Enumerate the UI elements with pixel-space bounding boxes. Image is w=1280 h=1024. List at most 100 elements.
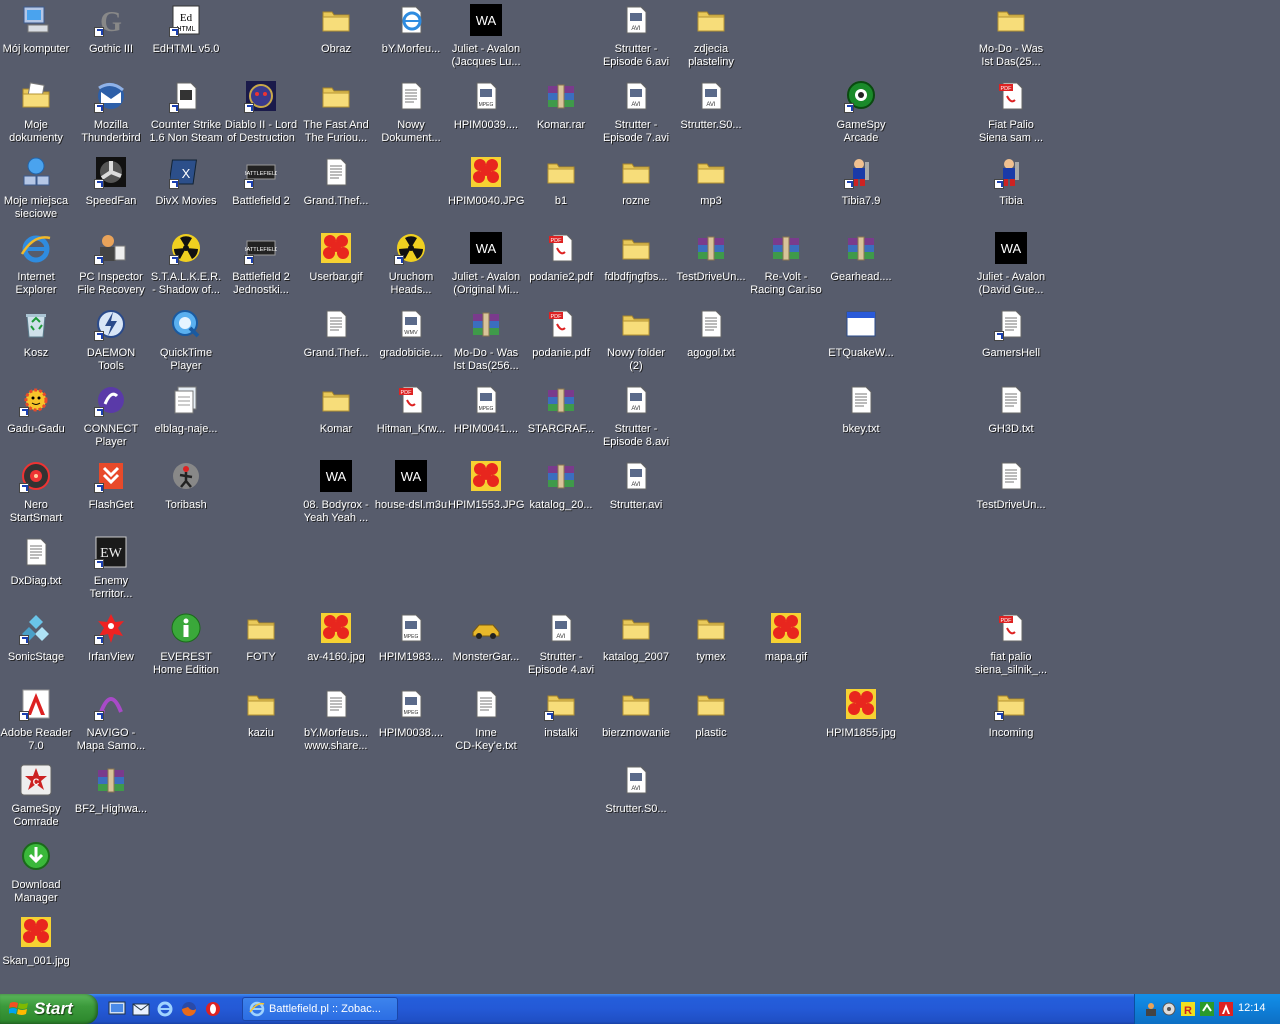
desktop-icon[interactable]: bY.Morfeu...: [374, 2, 448, 74]
desktop-icon[interactable]: av-4160.jpg: [299, 610, 373, 682]
outlook-express-icon[interactable]: [132, 1000, 150, 1018]
firefox-icon[interactable]: [180, 1000, 198, 1018]
desktop-icon[interactable]: PDF fiat palio siena_silnik_...: [974, 610, 1048, 682]
desktop-icon[interactable]: tymex: [674, 610, 748, 682]
pc-inspector-tray-icon[interactable]: [1143, 1001, 1159, 1017]
desktop-icon[interactable]: Gadu-Gadu: [0, 382, 73, 454]
internet-explorer-icon[interactable]: [156, 1000, 174, 1018]
desktop-icon[interactable]: AVI Strutter.S0...: [674, 78, 748, 150]
system-clock[interactable]: 12:14: [1238, 1002, 1266, 1014]
desktop-icon[interactable]: STARCRAF...: [524, 382, 598, 454]
desktop-icon[interactable]: BATTLEFIELD Battlefield 2 Jednostki...: [224, 230, 298, 302]
desktop-icon[interactable]: EW Enemy Territor...: [74, 534, 148, 606]
desktop-icon[interactable]: AVI Strutter - Episode 6.avi: [599, 2, 673, 74]
desktop-icon[interactable]: Ed HTML EdHTML v5.0: [149, 2, 223, 74]
desktop-icon[interactable]: WA Juliet - Avalon (Jacques Lu...: [449, 2, 523, 74]
desktop-icon[interactable]: AVI Strutter - Episode 7.avi: [599, 78, 673, 150]
desktop-icon[interactable]: Nowy Dokument...: [374, 78, 448, 150]
desktop-icon[interactable]: HPIM1553.JPG: [448, 458, 524, 530]
desktop-icon[interactable]: Komar: [299, 382, 373, 454]
desktop-icon[interactable]: Nowy folder (2): [599, 306, 673, 378]
desktop-icon[interactable]: Counter Strike 1.6 Non Steam: [149, 78, 223, 150]
desktop-icon[interactable]: ETQuakeW...: [824, 306, 898, 378]
desktop-icon[interactable]: Tibia: [974, 154, 1048, 226]
desktop-icon[interactable]: Moje miejsca sieciowe: [0, 154, 73, 226]
desktop-icon[interactable]: fdbdfjngfbs...: [599, 230, 673, 302]
desktop-icon[interactable]: AVI Strutter - Episode 4.avi: [524, 610, 598, 682]
desktop-icon[interactable]: zdjecia plasteliny: [674, 2, 748, 74]
desktop-icon[interactable]: Skan_001.jpg: [0, 914, 73, 986]
desktop-icon[interactable]: GH3D.txt: [974, 382, 1048, 454]
desktop-icon[interactable]: WA Juliet - Avalon (David Gue...: [974, 230, 1048, 302]
desktop-icon[interactable]: EVEREST Home Edition: [149, 610, 223, 682]
desktop-icon[interactable]: Mo-Do - Was Ist Das(25...: [974, 2, 1048, 74]
avast-tray-icon[interactable]: R: [1180, 1001, 1196, 1017]
desktop-icon[interactable]: FlashGet: [74, 458, 148, 530]
desktop-icon[interactable]: IrfanView: [74, 610, 148, 682]
desktop-icon[interactable]: mapa.gif: [749, 610, 823, 682]
opera-icon[interactable]: [204, 1000, 222, 1018]
desktop-icon[interactable]: SpeedFan: [74, 154, 148, 226]
desktop-icon[interactable]: WMV gradobicie....: [374, 306, 448, 378]
desktop-icon[interactable]: Kosz: [0, 306, 73, 378]
desktop-icon[interactable]: Uruchom Heads...: [374, 230, 448, 302]
desktop-icon[interactable]: Download Manager: [0, 838, 73, 910]
desktop-icon[interactable]: HPIM1855.jpg: [824, 686, 898, 758]
desktop-icon[interactable]: katalog_20...: [524, 458, 598, 530]
desktop-icon[interactable]: Incoming: [974, 686, 1048, 758]
desktop-icon[interactable]: DxDiag.txt: [0, 534, 73, 606]
desktop-icon[interactable]: agogol.txt: [674, 306, 748, 378]
desktop-icon[interactable]: TestDriveUn...: [674, 230, 748, 302]
desktop-icon[interactable]: Moje dokumenty: [0, 78, 73, 150]
desktop-icon[interactable]: Grand.Thef...: [299, 154, 373, 226]
desktop-icon[interactable]: WA Juliet - Avalon (Original Mi...: [449, 230, 523, 302]
desktop-icon[interactable]: MPEG HPIM0041....: [449, 382, 523, 454]
desktop-icon[interactable]: Nero StartSmart: [0, 458, 73, 530]
desktop-icon[interactable]: MPEG HPIM0038....: [374, 686, 448, 758]
desktop-icon[interactable]: QuickTime Player: [149, 306, 223, 378]
desktop-icon[interactable]: Toribash: [149, 458, 223, 530]
desktop-icon[interactable]: Inne CD-Key'e.txt: [449, 686, 523, 758]
desktop-icon[interactable]: WA house-dsl.m3u: [374, 458, 448, 530]
desktop-icon[interactable]: DAEMON Tools: [74, 306, 148, 378]
adobe-tray-icon[interactable]: [1218, 1001, 1234, 1017]
desktop-icon[interactable]: Re-Volt - Racing Car.iso: [749, 230, 823, 302]
desktop-icon[interactable]: X DivX Movies: [149, 154, 223, 226]
desktop-icon[interactable]: PC Inspector File Recovery: [74, 230, 148, 302]
desktop-icon[interactable]: Komar.rar: [524, 78, 598, 150]
desktop-icon[interactable]: Diablo II - Lord of Destruction: [224, 78, 298, 150]
desktop-icon[interactable]: SonicStage: [0, 610, 73, 682]
desktop-icon[interactable]: PDF Fiat Palio Siena sam ...: [974, 78, 1048, 150]
desktop-icon[interactable]: G Gothic III: [74, 2, 148, 74]
desktop-icon[interactable]: Mozilla Thunderbird: [74, 78, 148, 150]
desktop-icon[interactable]: TestDriveUn...: [974, 458, 1048, 530]
desktop-icon[interactable]: CONNECT Player: [74, 382, 148, 454]
desktop-icon[interactable]: bY.Morfeus... www.share...: [299, 686, 373, 758]
desktop-icon[interactable]: bkey.txt: [824, 382, 898, 454]
desktop-icon[interactable]: S.T.A.L.K.E.R. - Shadow of...: [149, 230, 223, 302]
desktop-icon[interactable]: b1: [524, 154, 598, 226]
desktop-icon[interactable]: FOTY: [224, 610, 298, 682]
desktop-icon[interactable]: bierzmowanie: [599, 686, 673, 758]
desktop-icon[interactable]: kaziu: [224, 686, 298, 758]
desktop-icon[interactable]: PDF podanie.pdf: [524, 306, 598, 378]
taskbar-window-button[interactable]: Battlefield.pl :: Zobac...: [242, 997, 398, 1021]
desktop-icon[interactable]: C GameSpy Comrade: [0, 762, 73, 834]
desktop-icon[interactable]: Userbar.gif: [299, 230, 373, 302]
desktop-icon[interactable]: Gearhead....: [824, 230, 898, 302]
desktop-icon[interactable]: AVI Strutter.S0...: [599, 762, 673, 834]
desktop-icon[interactable]: BF2_Highwa...: [74, 762, 148, 834]
desktop-icon[interactable]: Mo-Do - Was Ist Das(256...: [449, 306, 523, 378]
desktop-icon[interactable]: Grand.Thef...: [299, 306, 373, 378]
desktop-icon[interactable]: BATTLEFIELD Battlefield 2: [224, 154, 298, 226]
desktop-icon[interactable]: MPEG HPIM0039....: [449, 78, 523, 150]
desktop-icon[interactable]: elblag-naje...: [149, 382, 223, 454]
start-button[interactable]: Start: [0, 994, 98, 1024]
desktop-icon[interactable]: plastic: [674, 686, 748, 758]
desktop-icon[interactable]: GameSpy Arcade: [824, 78, 898, 150]
volume-tray-icon[interactable]: [1161, 1001, 1177, 1017]
desktop-icon[interactable]: Obraz: [299, 2, 373, 74]
desktop-icon[interactable]: PDF Hitman_Krw...: [374, 382, 448, 454]
desktop-icon[interactable]: WA 08. Bodyrox - Yeah Yeah ...: [299, 458, 373, 530]
desktop-icon[interactable]: AVI Strutter.avi: [599, 458, 673, 530]
